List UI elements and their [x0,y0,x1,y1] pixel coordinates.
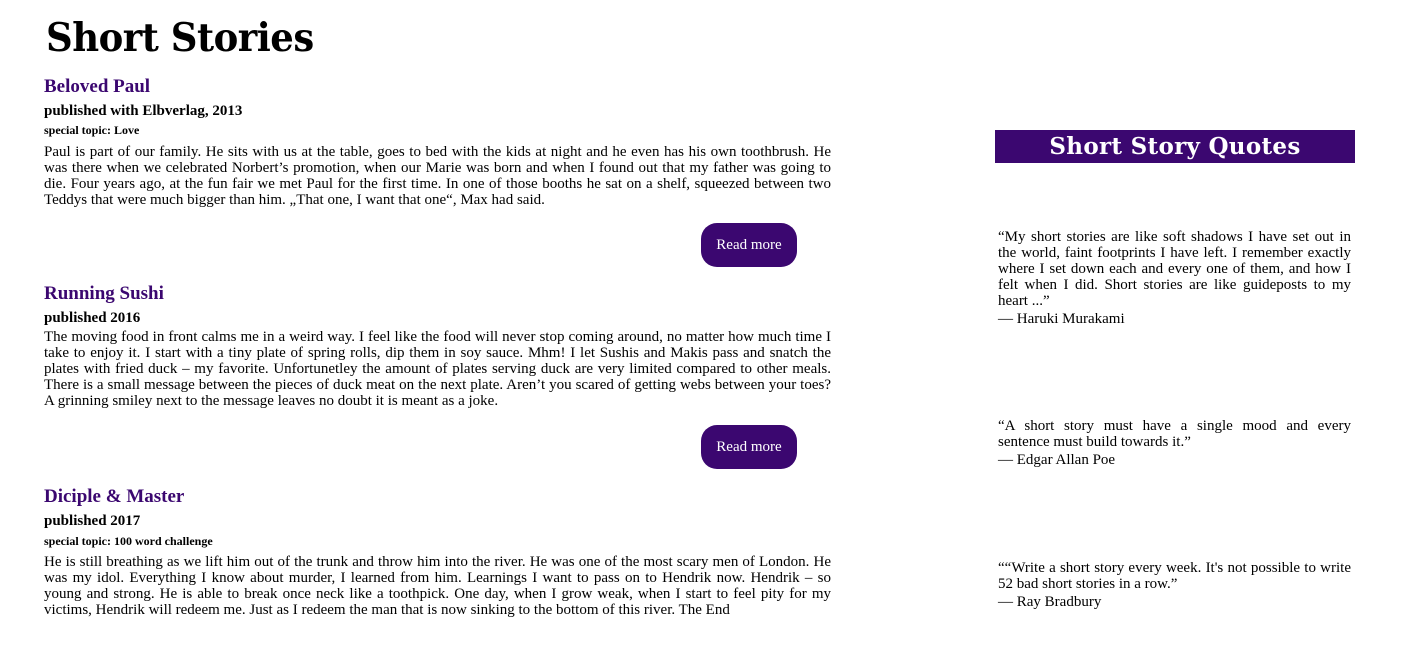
story-topic: special topic: Love [44,123,140,137]
quote-poe: “A short story must have a single mood a… [998,418,1351,468]
quote-text: “A short story must have a single mood a… [998,418,1351,450]
quote-author: ― Edgar Allan Poe [998,452,1116,468]
read-more-button[interactable]: Read more [701,223,797,267]
quote-text: ““Write a short story every week. It's n… [998,560,1351,592]
story-topic: special topic: 100 word challenge [44,534,213,548]
page-title: Short Stories [46,14,314,61]
story-title[interactable]: Running Sushi [44,283,831,305]
story-published: published with Elbverlag, 2013 [44,103,243,119]
sidebar-title: Short Story Quotes [995,130,1355,163]
story-published: published 2016 [44,310,141,326]
story-excerpt: He is still breathing as we lift him out… [44,554,831,618]
quote-bradbury: ““Write a short story every week. It's n… [998,560,1351,610]
story-excerpt: The moving food in front calms me in a w… [44,329,831,409]
story-beloved-paul: Beloved Paul published with Elbverlag, 2… [44,76,831,267]
read-more-button[interactable]: Read more [701,425,797,469]
story-published: published 2017 [44,513,141,529]
story-title[interactable]: Diciple & Master [44,486,831,508]
story-diciple-master: Diciple & Master published 2017 special … [44,486,831,618]
story-excerpt: Paul is part of our family. He sits with… [44,144,831,208]
quote-author: ― Haruki Murakami [998,311,1125,327]
quotes-sidebar: Short Story Quotes “My short stories are… [995,130,1355,610]
quote-murakami: “My short stories are like soft shadows … [998,229,1351,327]
page: Short Stories Beloved Paul published wit… [0,0,1416,670]
main-content: Short Stories Beloved Paul published wit… [44,0,831,618]
quote-text: “My short stories are like soft shadows … [998,229,1351,309]
story-title[interactable]: Beloved Paul [44,76,831,98]
quote-author: ― Ray Bradbury [998,594,1102,610]
story-running-sushi: Running Sushi published 2016 The moving … [44,283,831,469]
